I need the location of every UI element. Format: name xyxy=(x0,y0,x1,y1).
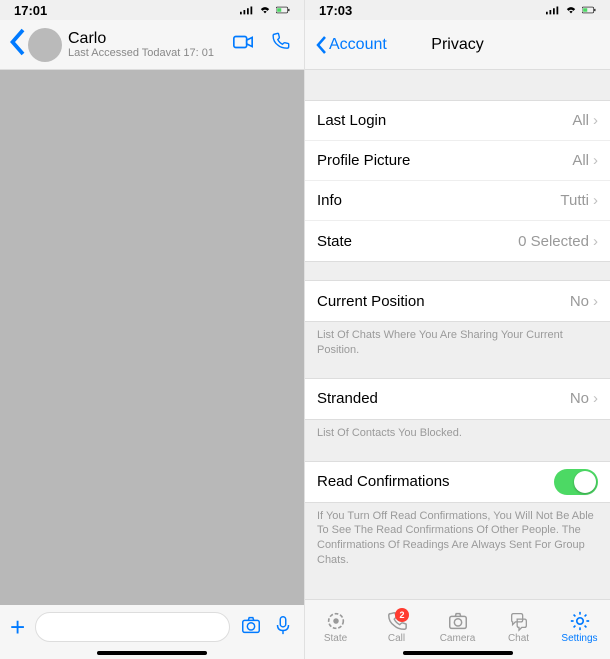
row-label: Stranded xyxy=(317,390,378,407)
row-label: State xyxy=(317,233,352,250)
message-input[interactable] xyxy=(35,612,230,642)
row-value: All xyxy=(572,112,589,129)
chat-subtitle: Last Accessed Todavat 17: 01 xyxy=(68,47,228,59)
video-call-button[interactable] xyxy=(232,31,254,58)
read-confirmations-toggle[interactable] xyxy=(554,469,598,495)
tab-label: Camera xyxy=(440,633,476,644)
chevron-right-icon: › xyxy=(593,152,598,169)
mic-icon xyxy=(272,614,294,636)
phone-icon xyxy=(270,31,292,53)
row-value: Tutti xyxy=(560,192,589,209)
row-label: Profile Picture xyxy=(317,152,410,169)
nav-back-button[interactable]: Account xyxy=(315,35,387,55)
wifi-icon xyxy=(564,5,578,15)
tab-label: Settings xyxy=(561,633,597,644)
mic-button[interactable] xyxy=(272,614,294,641)
settings-body[interactable]: Last Login All› Profile Picture All› Inf… xyxy=(305,70,610,599)
tab-state[interactable]: State xyxy=(305,610,366,644)
chevron-right-icon: › xyxy=(593,192,598,209)
chevron-right-icon: › xyxy=(593,390,598,407)
section-blocked: Stranded No› xyxy=(305,378,610,420)
row-label: Info xyxy=(317,192,342,209)
row-label: Current Position xyxy=(317,293,425,310)
row-value: 0 Selected xyxy=(518,233,589,250)
chat-icon xyxy=(507,610,531,632)
chevron-right-icon: › xyxy=(593,233,598,250)
status-bar-left: 17:01 xyxy=(0,0,304,20)
calls-badge: 2 xyxy=(395,608,409,622)
chevron-left-icon xyxy=(8,27,26,57)
wifi-icon xyxy=(258,5,272,15)
video-icon xyxy=(232,31,254,53)
camera-icon xyxy=(240,614,262,636)
row-read-confirmations: Read Confirmations xyxy=(305,462,610,502)
chat-title: Carlo xyxy=(68,30,228,48)
tab-calls[interactable]: 2 Call xyxy=(366,610,427,644)
row-label: Read Confirmations xyxy=(317,473,450,490)
row-blocked[interactable]: Stranded No› xyxy=(305,379,610,419)
tab-label: Chat xyxy=(508,633,529,644)
battery-icon xyxy=(276,5,290,15)
status-bar-right: 17:03 xyxy=(305,0,610,20)
tab-label: State xyxy=(324,633,347,644)
caption-blocked: List Of Contacts You Blocked. xyxy=(305,420,610,443)
tab-bar: State 2 Call Camera Chat Settings xyxy=(305,599,610,659)
status-time: 17:03 xyxy=(319,3,352,18)
avatar[interactable] xyxy=(28,28,62,62)
battery-icon xyxy=(582,5,596,15)
home-indicator xyxy=(97,651,207,655)
home-indicator xyxy=(403,651,513,655)
chat-header: Carlo Last Accessed Todavat 17: 01 xyxy=(0,20,304,70)
voice-call-button[interactable] xyxy=(270,31,292,58)
chat-body[interactable] xyxy=(0,70,304,605)
row-label: Last Login xyxy=(317,112,386,129)
status-icons xyxy=(240,5,290,15)
nav-title: Privacy xyxy=(431,36,483,54)
signal-icon xyxy=(240,5,254,15)
row-last-login[interactable]: Last Login All› xyxy=(305,101,610,141)
settings-nav: Account Privacy xyxy=(305,20,610,70)
privacy-settings-screen: 17:03 Account Privacy Last Login All› Pr… xyxy=(305,0,610,659)
row-current-position[interactable]: Current Position No› xyxy=(305,281,610,321)
caption-read-confirmations: If You Turn Off Read Confirmations, You … xyxy=(305,503,610,570)
status-time: 17:01 xyxy=(14,3,47,18)
tab-label: Call xyxy=(388,633,405,644)
status-icons xyxy=(546,5,596,15)
camera-icon xyxy=(446,610,470,632)
row-value: All xyxy=(572,152,589,169)
signal-icon xyxy=(546,5,560,15)
row-profile-picture[interactable]: Profile Picture All› xyxy=(305,141,610,181)
chevron-right-icon: › xyxy=(593,112,598,129)
gear-icon xyxy=(568,610,592,632)
tab-camera[interactable]: Camera xyxy=(427,610,488,644)
chat-screen: 17:01 Carlo Last Accessed Todavat 17: 01… xyxy=(0,0,305,659)
section-position: Current Position No› xyxy=(305,280,610,322)
chevron-right-icon: › xyxy=(593,293,598,310)
back-button[interactable] xyxy=(8,27,26,62)
camera-button[interactable] xyxy=(240,614,262,641)
section-visibility: Last Login All› Profile Picture All› Inf… xyxy=(305,100,610,262)
section-read-confirmations: Read Confirmations xyxy=(305,461,610,503)
tab-settings[interactable]: Settings xyxy=(549,610,610,644)
row-state[interactable]: State 0 Selected› xyxy=(305,221,610,261)
attach-button[interactable]: + xyxy=(10,612,25,643)
tab-chat[interactable]: Chat xyxy=(488,610,549,644)
row-info[interactable]: Info Tutti› xyxy=(305,181,610,221)
nav-back-label: Account xyxy=(329,36,387,54)
chevron-left-icon xyxy=(315,35,327,55)
chat-title-area[interactable]: Carlo Last Accessed Todavat 17: 01 xyxy=(68,30,228,60)
row-value: No xyxy=(570,390,589,407)
status-icon xyxy=(324,610,348,632)
row-value: No xyxy=(570,293,589,310)
caption-position: List Of Chats Where You Are Sharing Your… xyxy=(305,322,610,360)
